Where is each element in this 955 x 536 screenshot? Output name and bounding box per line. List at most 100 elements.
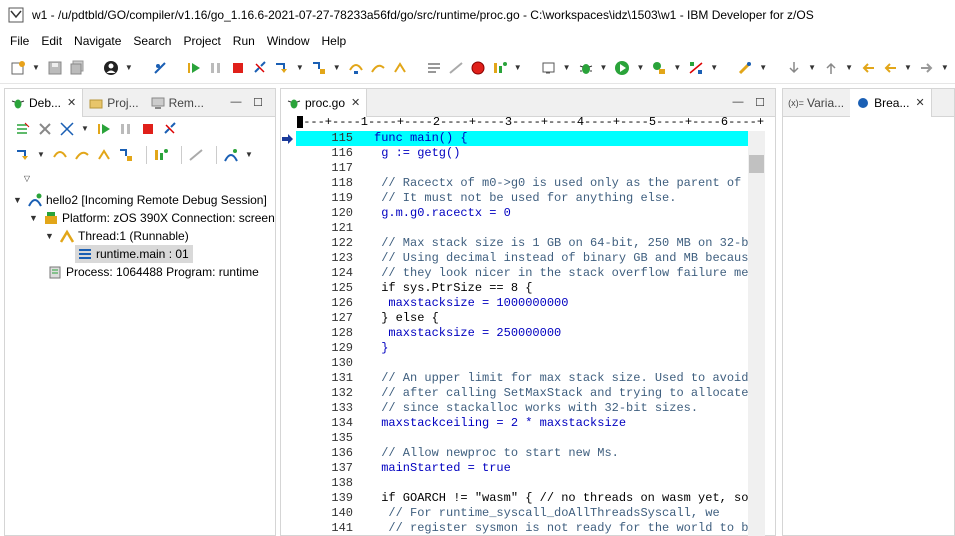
- coverage-dropdown-icon[interactable]: ▼: [710, 60, 718, 76]
- tree-stack-frame[interactable]: runtime.main : 01: [75, 245, 193, 263]
- tab-project-explorer[interactable]: Proj...: [83, 89, 144, 117]
- code-line[interactable]: 122 // Max stack size is 1 GB on 64-bit,…: [296, 236, 748, 251]
- resume-icon[interactable]: [96, 121, 112, 137]
- code-line[interactable]: 139 if GOARCH != "wasm" { // no threads …: [296, 491, 748, 506]
- annotation-dropdown-icon[interactable]: ▼: [759, 60, 767, 76]
- last-edit-icon[interactable]: [860, 60, 876, 76]
- maximize-icon[interactable]: ☐: [753, 95, 767, 109]
- debug-icon[interactable]: [578, 60, 594, 76]
- remote-connect-icon[interactable]: [223, 147, 239, 163]
- skip-breakpoints-icon[interactable]: [152, 60, 168, 76]
- back-icon[interactable]: [882, 60, 898, 76]
- forward-dropdown-icon[interactable]: ▼: [941, 60, 949, 76]
- remove-all-icon[interactable]: [37, 121, 53, 137]
- annotation-icon[interactable]: [737, 60, 753, 76]
- filter-dropdown-icon[interactable]: ▼: [333, 60, 341, 76]
- use-step-filters-icon[interactable]: [426, 60, 442, 76]
- code-line[interactable]: 137 mainStarted = true: [296, 461, 748, 476]
- tab-variables[interactable]: (x)= Varia...: [783, 89, 850, 117]
- code-line[interactable]: 126 maxstacksize = 1000000000: [296, 296, 748, 311]
- step-dropdown-icon[interactable]: ▼: [296, 60, 304, 76]
- code-line[interactable]: 124 // they look nicer in the stack over…: [296, 266, 748, 281]
- connect-dropdown-icon[interactable]: ▼: [81, 121, 89, 137]
- new-dropdown-icon[interactable]: ▼: [32, 60, 40, 76]
- code-line[interactable]: 133 // since stackalloc works with 32-bi…: [296, 401, 748, 416]
- tab-proc-go[interactable]: proc.go ✕: [281, 88, 368, 117]
- code-line[interactable]: 115 func main() {: [296, 131, 748, 146]
- minimize-icon[interactable]: —: [229, 95, 243, 109]
- code-line[interactable]: 117: [296, 161, 748, 176]
- disconnect-icon[interactable]: [162, 121, 178, 137]
- terminate-icon[interactable]: [140, 121, 156, 137]
- step-return-icon[interactable]: [370, 60, 386, 76]
- code-line[interactable]: 129 }: [296, 341, 748, 356]
- step-into-icon[interactable]: [274, 60, 290, 76]
- code-line[interactable]: 136 // Allow newproc to start new Ms.: [296, 446, 748, 461]
- step-over-icon[interactable]: [348, 60, 364, 76]
- debug-config-icon[interactable]: [541, 60, 557, 76]
- monitor-dropdown-icon[interactable]: ▼: [514, 60, 522, 76]
- step-return-icon[interactable]: [74, 147, 90, 163]
- tree-process[interactable]: Process: 1064488 Program: runtime: [47, 263, 259, 281]
- step-into-icon[interactable]: [15, 147, 31, 163]
- tree-session[interactable]: ▼ hello2 [Incoming Remote Debug Session]: [13, 191, 267, 209]
- code-line[interactable]: 118 // Racectx of m0->g0 is used only as…: [296, 176, 748, 191]
- code-line[interactable]: 119 // It must not be used for anything …: [296, 191, 748, 206]
- run-icon[interactable]: [614, 60, 630, 76]
- view-menu-icon[interactable]: ▽: [23, 171, 31, 187]
- menu-edit[interactable]: Edit: [35, 30, 68, 52]
- code-line[interactable]: 116 g := getg(): [296, 146, 748, 161]
- code-editor[interactable]: 115 func main() {116 g := getg() 117 118 //…: [296, 131, 748, 536]
- suspend-icon[interactable]: [118, 121, 134, 137]
- code-line[interactable]: 123 // Using decimal instead of binary G…: [296, 251, 748, 266]
- code-line[interactable]: 130: [296, 356, 748, 371]
- instruction-step-icon[interactable]: [448, 60, 464, 76]
- expand-arrow-icon[interactable]: ▼: [45, 231, 57, 241]
- debug-config-dropdown-icon[interactable]: ▼: [563, 60, 571, 76]
- user-dropdown-icon[interactable]: ▼: [125, 60, 133, 76]
- step-over-icon[interactable]: [52, 147, 68, 163]
- scrollbar-thumb[interactable]: [749, 155, 764, 173]
- external-tools-icon[interactable]: [651, 60, 667, 76]
- menu-navigate[interactable]: Navigate: [68, 30, 127, 52]
- tab-breakpoints[interactable]: Brea... ✕: [850, 88, 932, 117]
- close-icon[interactable]: ✕: [915, 96, 924, 109]
- menu-help[interactable]: Help: [316, 30, 353, 52]
- save-icon[interactable]: [47, 60, 63, 76]
- code-line[interactable]: 127 } else {: [296, 311, 748, 326]
- breakpoint-icon[interactable]: [470, 60, 486, 76]
- drop-to-frame-icon[interactable]: [96, 147, 112, 163]
- step-dropdown-icon[interactable]: ▼: [37, 147, 45, 163]
- expand-arrow-icon[interactable]: ▼: [13, 195, 25, 205]
- menu-window[interactable]: Window: [261, 30, 316, 52]
- coverage-icon[interactable]: [688, 60, 704, 76]
- monitor-icon[interactable]: [153, 147, 169, 163]
- maximize-icon[interactable]: ☐: [251, 95, 265, 109]
- code-line[interactable]: 132 // after calling SetMaxStack and try…: [296, 386, 748, 401]
- user-icon[interactable]: [103, 60, 119, 76]
- forward-icon[interactable]: [919, 60, 935, 76]
- external-tools-dropdown-icon[interactable]: ▼: [673, 60, 681, 76]
- code-line[interactable]: 120 g.m.g0.racectx = 0: [296, 206, 748, 221]
- menu-search[interactable]: Search: [127, 30, 177, 52]
- code-line[interactable]: 125 if sys.PtrSize == 8 {: [296, 281, 748, 296]
- run-dropdown-icon[interactable]: ▼: [636, 60, 644, 76]
- resume-icon[interactable]: [186, 60, 202, 76]
- code-line[interactable]: 135: [296, 431, 748, 446]
- suspend-icon[interactable]: [208, 60, 224, 76]
- step-filter-icon[interactable]: [311, 60, 327, 76]
- close-icon[interactable]: ✕: [67, 96, 76, 109]
- next-annotation-icon[interactable]: [786, 60, 802, 76]
- back-dropdown-icon[interactable]: ▼: [904, 60, 912, 76]
- vertical-scrollbar[interactable]: [748, 131, 765, 536]
- monitor-icon[interactable]: [492, 60, 508, 76]
- code-line[interactable]: 140 // For runtime_syscall_doAllThreadsS…: [296, 506, 748, 521]
- next-annotation-dropdown-icon[interactable]: ▼: [808, 60, 816, 76]
- minimize-icon[interactable]: —: [731, 95, 745, 109]
- terminate-icon[interactable]: [230, 60, 246, 76]
- menu-project[interactable]: Project: [177, 30, 226, 52]
- tree-platform[interactable]: ▼ Platform: zOS 390X Connection: screen: [29, 209, 275, 227]
- drop-to-frame-icon[interactable]: [392, 60, 408, 76]
- instruction-step-icon[interactable]: [188, 147, 204, 163]
- menu-file[interactable]: File: [4, 30, 35, 52]
